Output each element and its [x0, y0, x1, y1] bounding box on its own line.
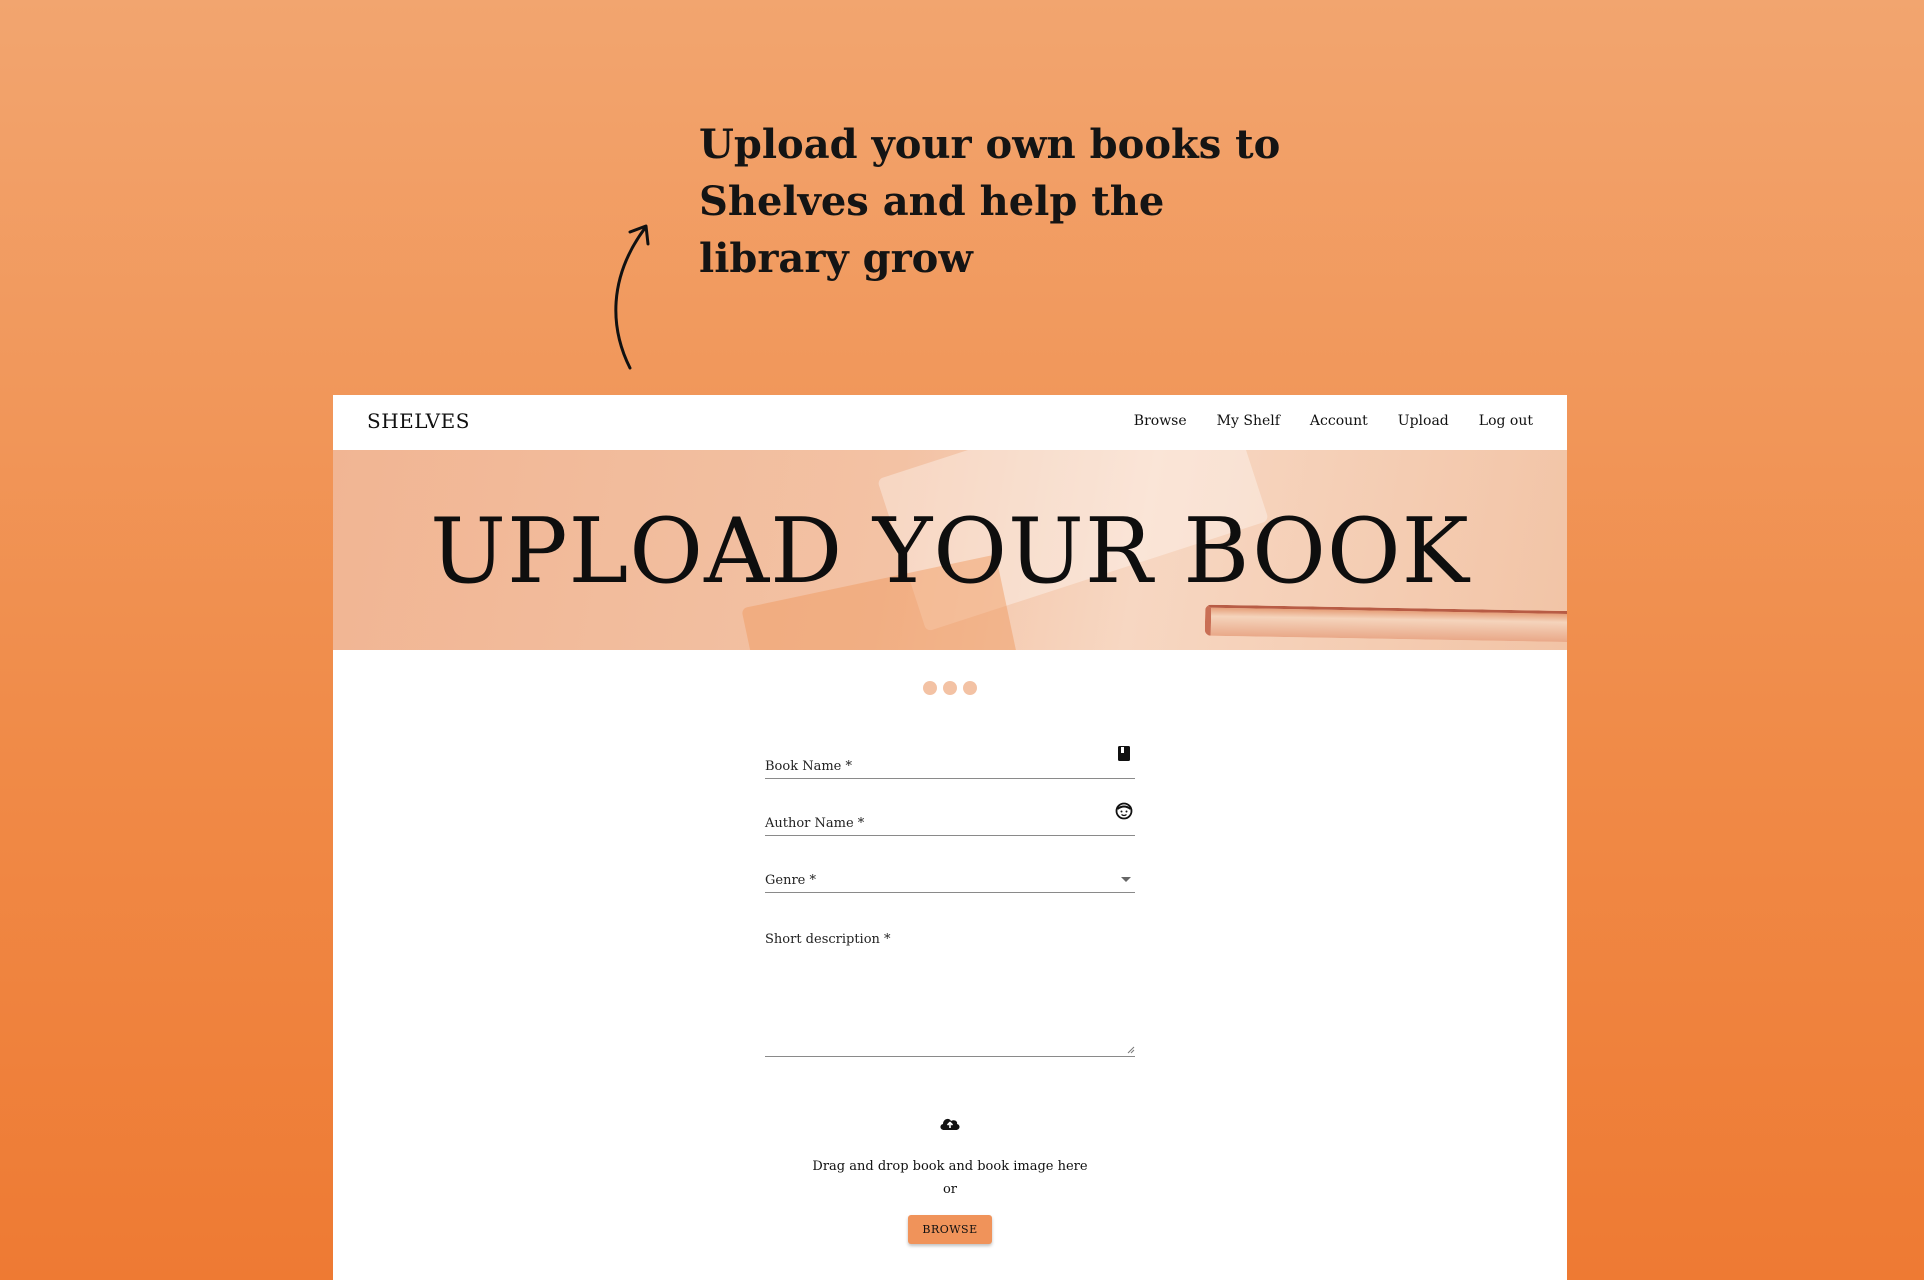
curved-arrow-icon	[614, 224, 650, 370]
app-window: SHELVES Browse My Shelf Account Upload L…	[333, 395, 1567, 1280]
browse-button[interactable]: BROWSE	[908, 1215, 992, 1244]
resize-handle-icon[interactable]	[1127, 1046, 1135, 1054]
navbar: SHELVES Browse My Shelf Account Upload L…	[333, 395, 1567, 450]
step-indicator	[333, 681, 1567, 695]
nav-links: Browse My Shelf Account Upload Log out	[1134, 413, 1533, 429]
genre-select[interactable]: Genre *	[765, 859, 1135, 893]
upload-form: Book Name * Author Name * Genre * Short …	[765, 745, 1135, 1057]
nav-my-shelf[interactable]: My Shelf	[1217, 413, 1280, 429]
book-icon	[1118, 746, 1130, 761]
dropdown-caret-icon[interactable]	[1121, 877, 1131, 882]
nav-upload[interactable]: Upload	[1398, 413, 1449, 429]
step-dot	[943, 681, 957, 695]
dropzone-instructions: Drag and drop book and book image here o…	[333, 1155, 1567, 1201]
short-description-textarea[interactable]: Short description *	[765, 916, 1135, 1057]
file-dropzone[interactable]: Drag and drop book and book image here o…	[333, 1115, 1567, 1244]
nav-browse[interactable]: Browse	[1134, 413, 1187, 429]
brand-logo[interactable]: SHELVES	[367, 409, 470, 433]
cloud-upload-icon	[940, 1118, 960, 1130]
author-name-label: Author Name *	[765, 816, 865, 831]
step-dot	[923, 681, 937, 695]
book-name-field[interactable]: Book Name *	[765, 745, 1135, 779]
nav-log-out[interactable]: Log out	[1479, 413, 1533, 429]
face-icon	[1115, 802, 1133, 820]
step-dot	[963, 681, 977, 695]
dropzone-line-2: or	[942, 1182, 958, 1197]
genre-label: Genre *	[765, 873, 816, 888]
hero-banner: UPLOAD YOUR BOOK	[333, 450, 1567, 650]
promo-heading: Upload your own books to Shelves and hel…	[699, 121, 1281, 282]
hero-book-image	[1204, 604, 1567, 643]
book-name-label: Book Name *	[765, 759, 852, 774]
dropzone-line-1: Drag and drop book and book image here	[812, 1159, 1088, 1174]
nav-account[interactable]: Account	[1310, 413, 1368, 429]
page-title: UPLOAD YOUR BOOK	[430, 499, 1470, 604]
author-name-field[interactable]: Author Name *	[765, 802, 1135, 836]
short-description-label: Short description *	[765, 932, 891, 947]
